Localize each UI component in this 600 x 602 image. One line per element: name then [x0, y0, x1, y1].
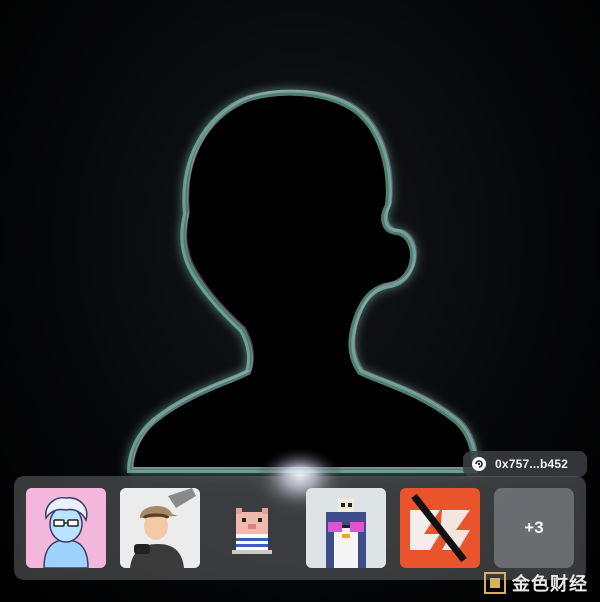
avatar-pixel-pig-icon: [232, 508, 272, 554]
nft-thumbnail-4[interactable]: [306, 488, 386, 568]
watermark-logo-icon: [484, 572, 506, 594]
watermark-text: 金色财经: [512, 574, 588, 594]
nft-tray: +3: [14, 476, 586, 580]
nft-thumbnail-1[interactable]: [26, 488, 106, 568]
wallet-address-badge[interactable]: 0x757...b452: [463, 451, 587, 477]
wallet-icon: [471, 456, 487, 472]
nft-thumbnail-5[interactable]: [400, 488, 480, 568]
more-nfts-button[interactable]: +3: [494, 488, 574, 568]
avatar-orange-slash-icon: [400, 488, 480, 568]
watermark: 金色财经: [484, 570, 588, 596]
nft-thumbnail-3[interactable]: [212, 488, 292, 568]
more-nfts-count: +3: [524, 518, 544, 537]
avatar-pixel-penguin-skull-icon: [306, 488, 386, 568]
avatar-glasses-character-icon: [26, 488, 106, 568]
avatar-cap-boy-icon: [120, 488, 200, 568]
nft-thumbnail-2[interactable]: [120, 488, 200, 568]
wallet-address-text: 0x757...b452: [495, 457, 569, 471]
